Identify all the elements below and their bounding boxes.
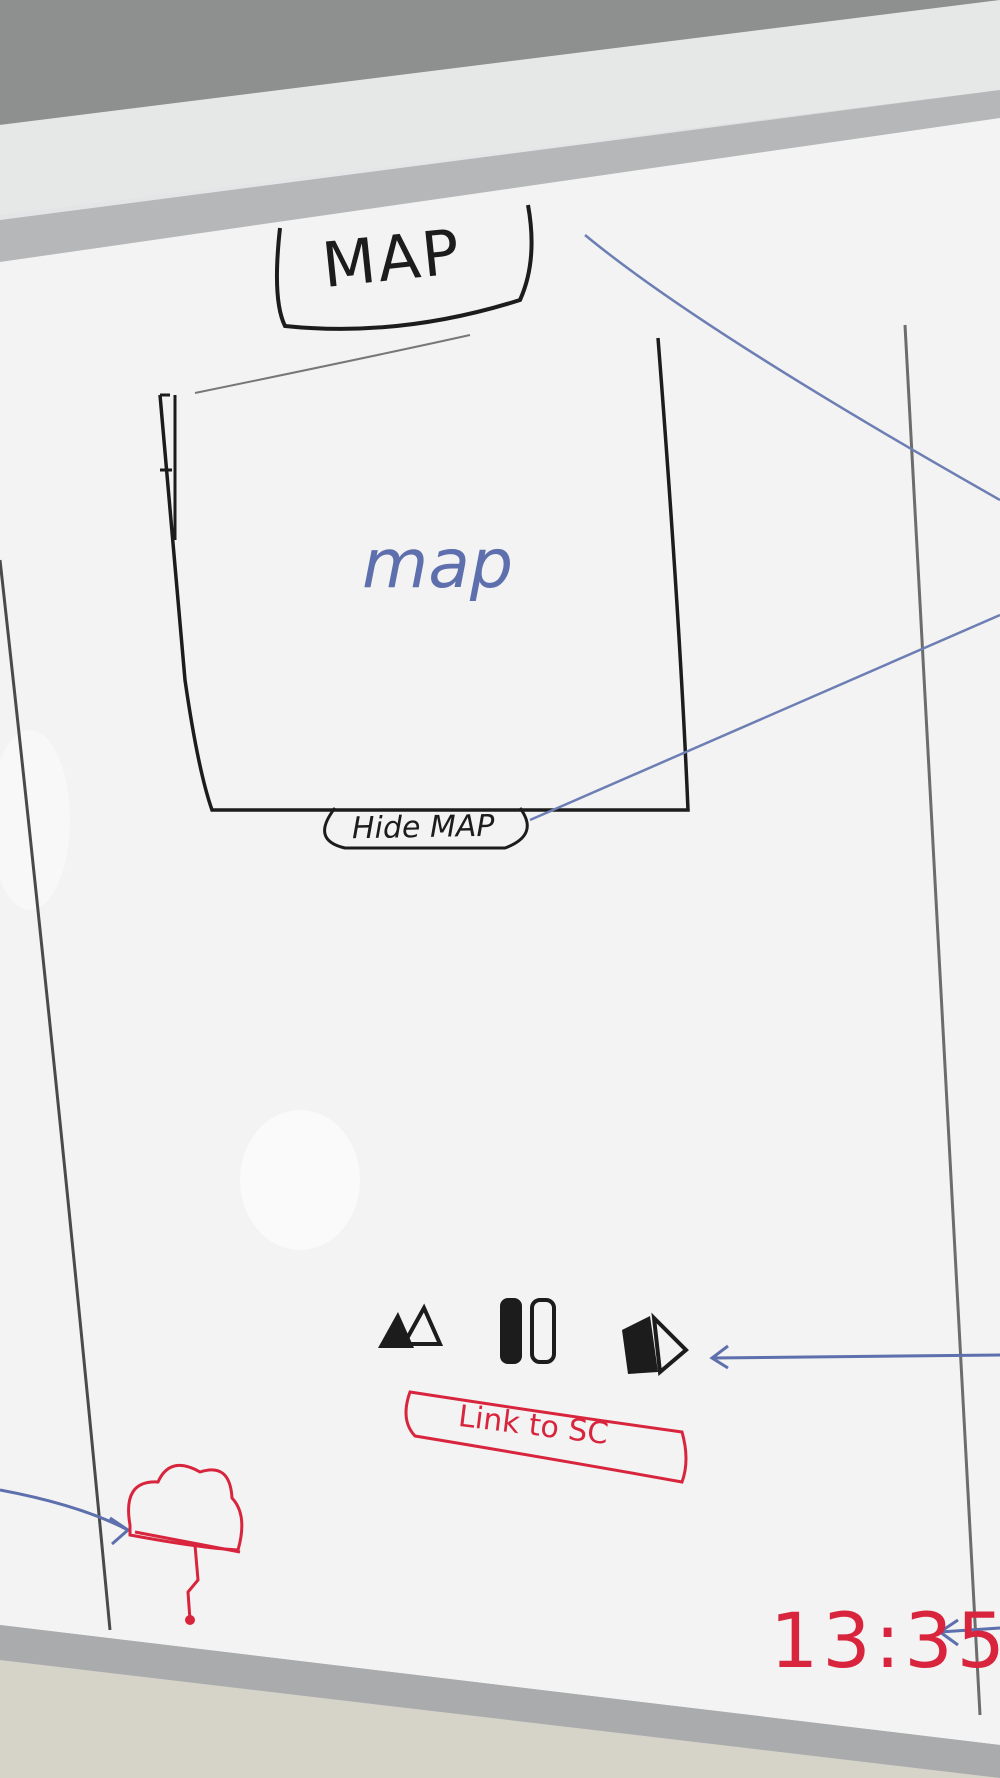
map-label: map — [362, 525, 514, 604]
board-surface — [0, 118, 1000, 1745]
header-title: MAP — [318, 214, 465, 303]
clock-time: 13:35 — [770, 1596, 1000, 1685]
light-glare — [240, 1110, 360, 1250]
whiteboard-photo: MAP map Hide MAP Link to SC 13:35 — [0, 0, 1000, 1778]
hide-map-button[interactable]: Hide MAP — [352, 809, 495, 846]
whiteboard-drawing — [0, 0, 1000, 1778]
